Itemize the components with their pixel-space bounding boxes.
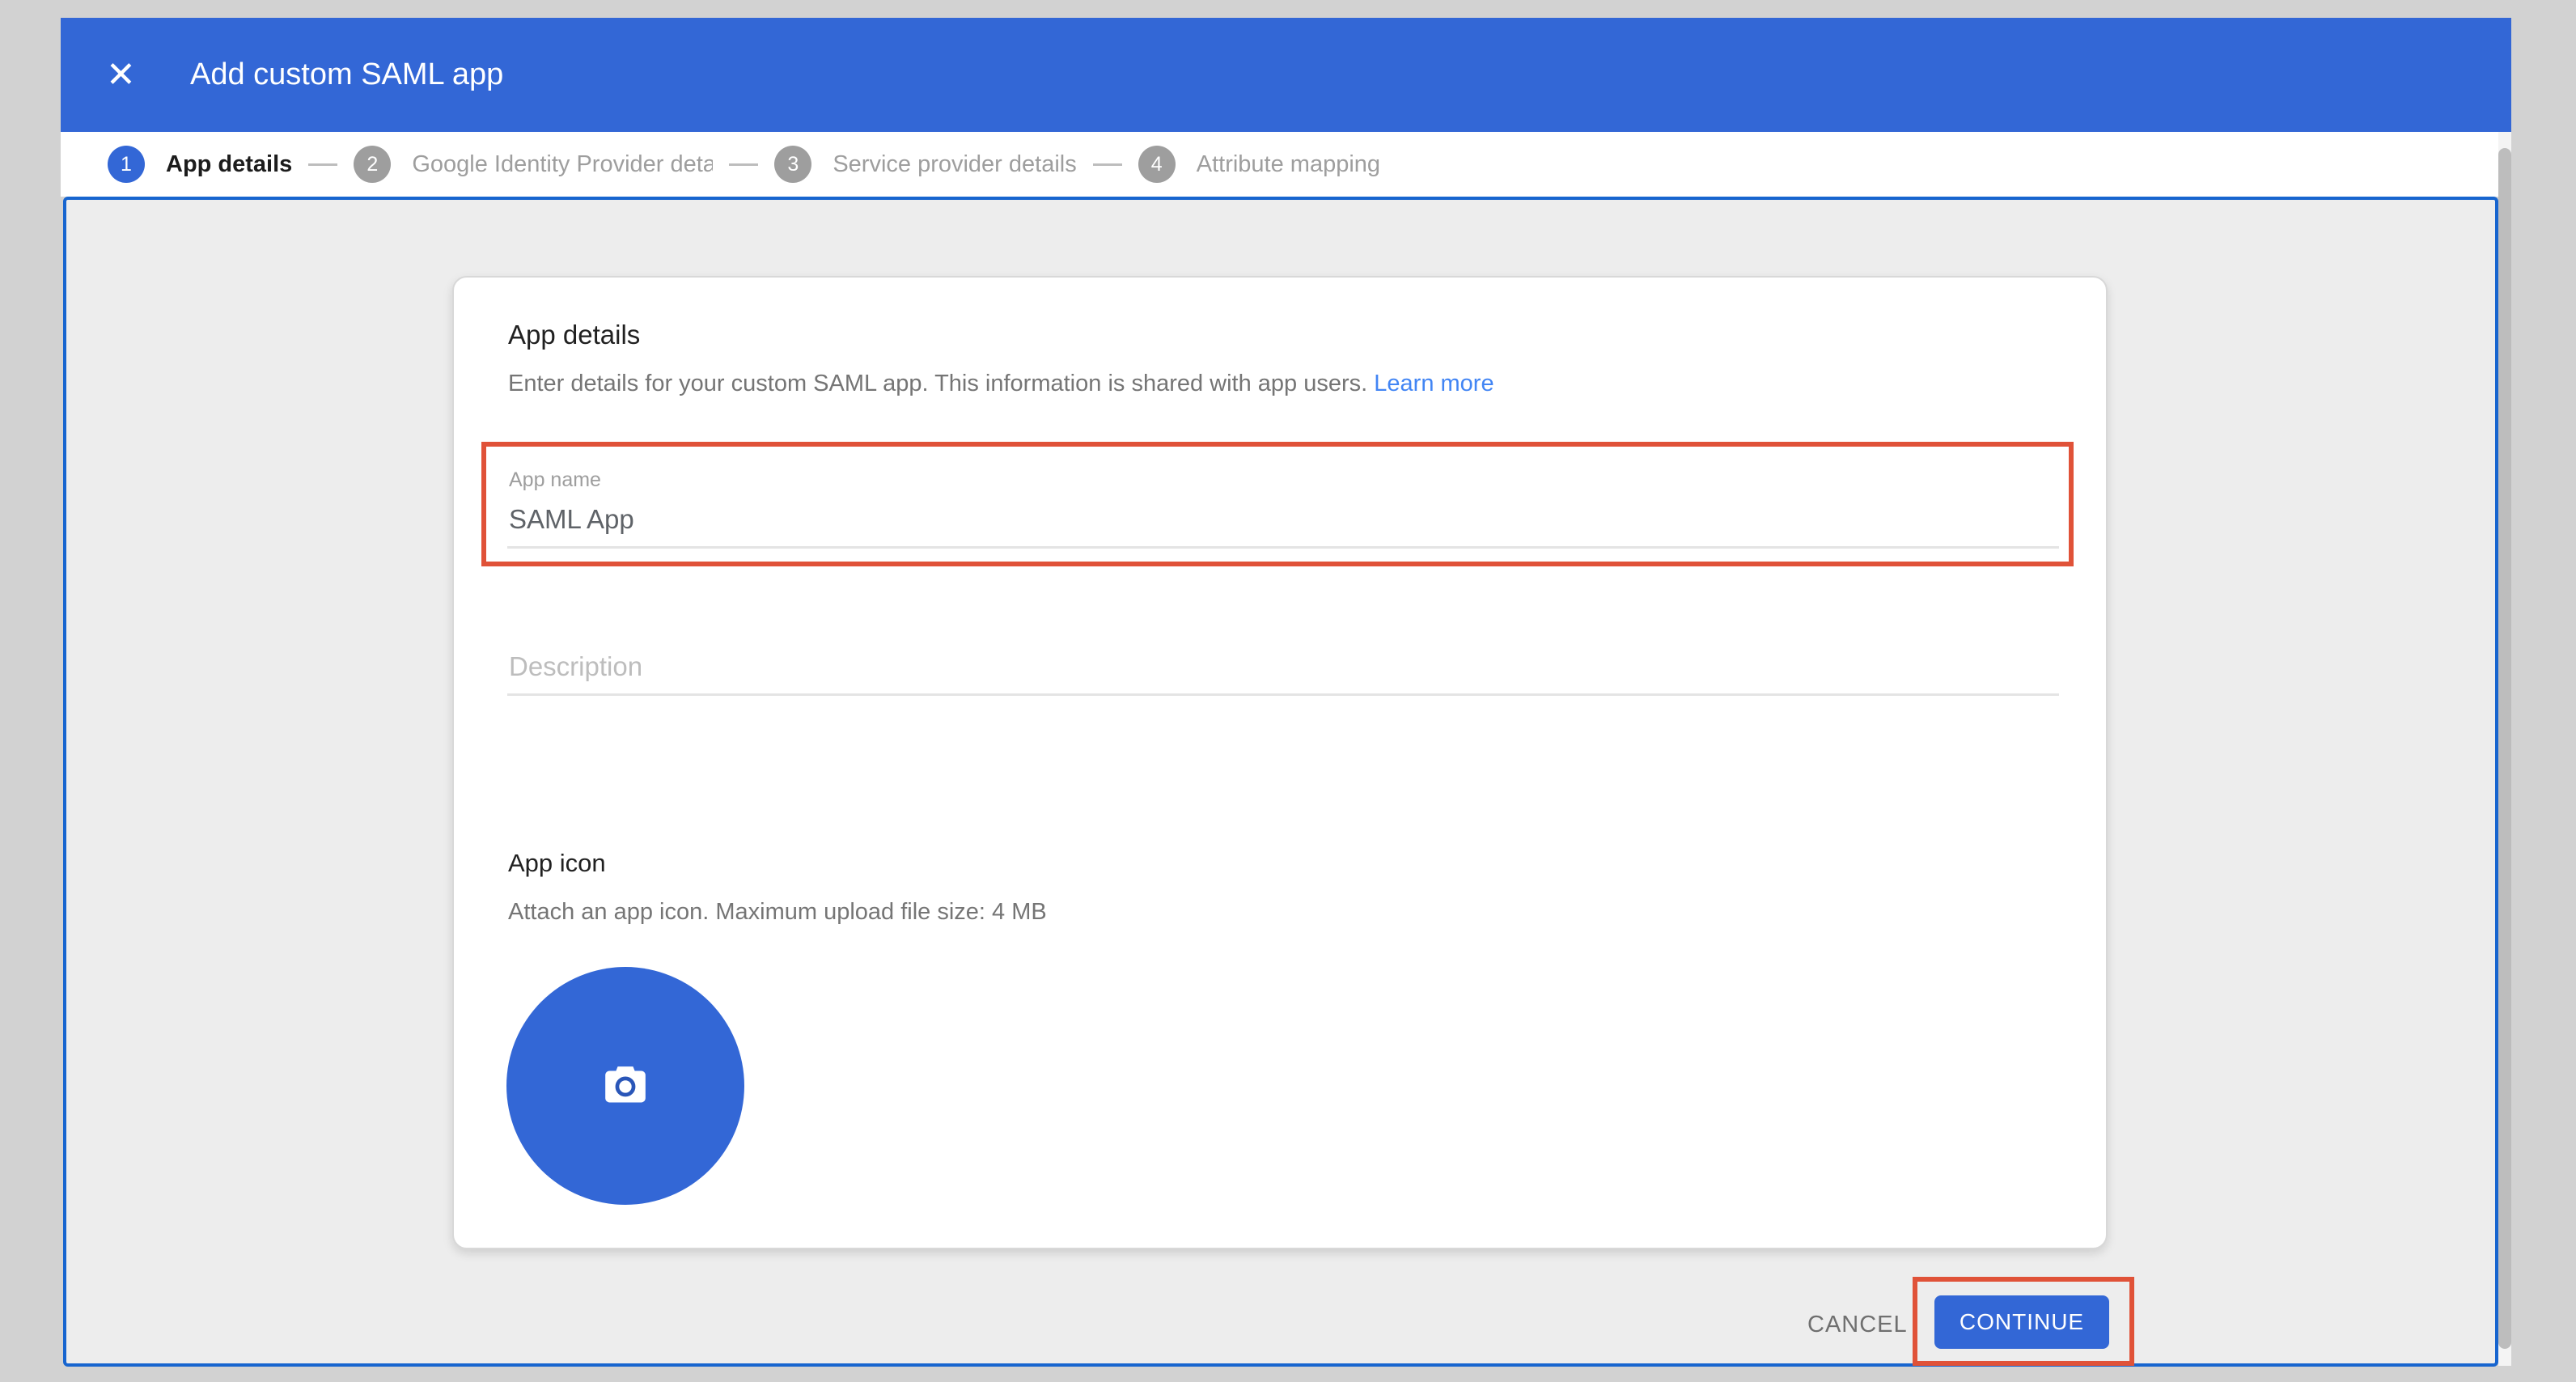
app-icon-heading: App icon: [508, 849, 606, 878]
app-icon-upload-button[interactable]: [506, 967, 744, 1205]
step-label: Google Identity Provider details: [412, 151, 713, 178]
step-divider: [729, 163, 758, 166]
learn-more-link[interactable]: Learn more: [1374, 371, 1493, 396]
continue-button[interactable]: CONTINUE: [1934, 1295, 2109, 1349]
card-description-text: Enter details for your custom SAML app. …: [508, 371, 1374, 396]
step-label: Attribute mapping: [1197, 151, 1380, 178]
step-divider: [1093, 163, 1122, 166]
dialog-header: ✕ Add custom SAML app: [61, 18, 2511, 132]
step-google-idp-details[interactable]: 2 Google Identity Provider details: [354, 146, 713, 183]
card-description: Enter details for your custom SAML app. …: [508, 371, 1494, 397]
step-label: Service provider details: [833, 151, 1076, 178]
step-attribute-mapping[interactable]: 4 Attribute mapping: [1138, 146, 1380, 183]
camera-icon: [604, 1065, 646, 1108]
step-divider: [308, 163, 337, 166]
app-details-card: App details Enter details for your custo…: [452, 276, 2108, 1249]
step-service-provider-details[interactable]: 3 Service provider details: [774, 146, 1076, 183]
step-number-badge: 4: [1138, 146, 1176, 183]
step-number-badge: 3: [774, 146, 811, 183]
step-label: App details: [166, 151, 292, 178]
dialog-title: Add custom SAML app: [190, 57, 503, 92]
description-input[interactable]: [507, 651, 2059, 696]
close-icon[interactable]: ✕: [106, 57, 148, 93]
stepper: 1 App details 2 Google Identity Provider…: [61, 132, 2511, 197]
card-heading: App details: [508, 320, 640, 350]
app-name-input[interactable]: [507, 504, 2059, 549]
step-number-badge: 1: [108, 146, 145, 183]
cancel-button[interactable]: CANCEL: [1803, 1311, 1913, 1339]
page: ✕ Add custom SAML app 1 App details 2 Go…: [0, 0, 2576, 1382]
app-icon-help-text: Attach an app icon. Maximum upload file …: [508, 899, 1047, 926]
scrollbar-thumb[interactable]: [2498, 148, 2511, 1349]
step-number-badge: 2: [354, 146, 391, 183]
step-app-details[interactable]: 1 App details: [108, 146, 292, 183]
app-name-label: App name: [509, 468, 601, 492]
